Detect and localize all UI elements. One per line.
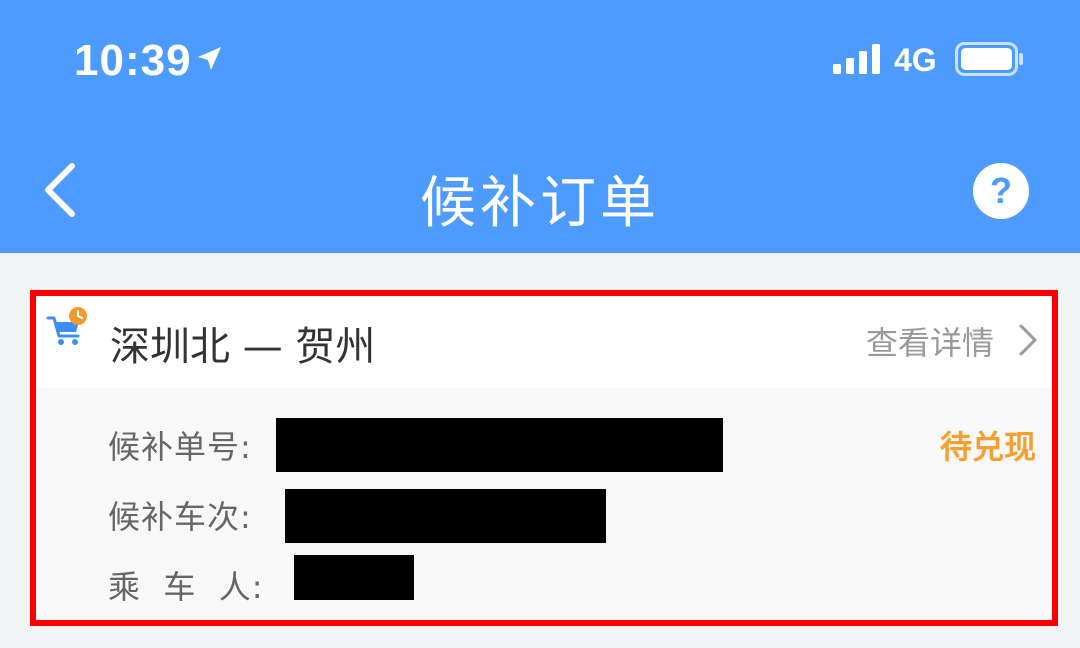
cart-clock-icon	[46, 307, 87, 345]
app-header: 10:39 4G 候补订单 ?	[0, 0, 1080, 253]
location-arrow-icon	[198, 47, 221, 70]
passenger-redacted	[294, 555, 414, 600]
order-number-redacted	[276, 418, 723, 472]
page-title: 候补订单	[420, 171, 660, 236]
view-details-link[interactable]: 查看详情	[866, 318, 994, 364]
order-number-label: 候补单号:	[108, 428, 252, 466]
order-card-header[interactable]: 深圳北 — 贺州 查看详情	[30, 290, 1058, 388]
passenger-label: 乘 车 人:	[108, 568, 264, 606]
battery-icon	[955, 42, 1023, 76]
chevron-right-icon	[1019, 324, 1037, 356]
svg-text:?: ?	[990, 170, 1012, 211]
status-badge: 待兑现	[939, 428, 1036, 466]
nav-bar: 候补订单 ?	[0, 120, 1080, 253]
signal-bars-icon	[833, 44, 880, 74]
order-card[interactable]: 深圳北 — 贺州 查看详情 候补单号: 候补车次: 乘 车 人: 待兑现	[30, 290, 1058, 626]
status-bar: 10:39 4G	[0, 0, 1080, 120]
route-title: 深圳北 — 贺州	[110, 324, 376, 370]
train-number-redacted	[285, 489, 606, 543]
status-time: 10:39	[74, 36, 192, 85]
train-number-label: 候补车次:	[108, 498, 252, 536]
network-type: 4G	[894, 42, 937, 78]
question-circle-icon[interactable]: ?	[972, 162, 1030, 220]
